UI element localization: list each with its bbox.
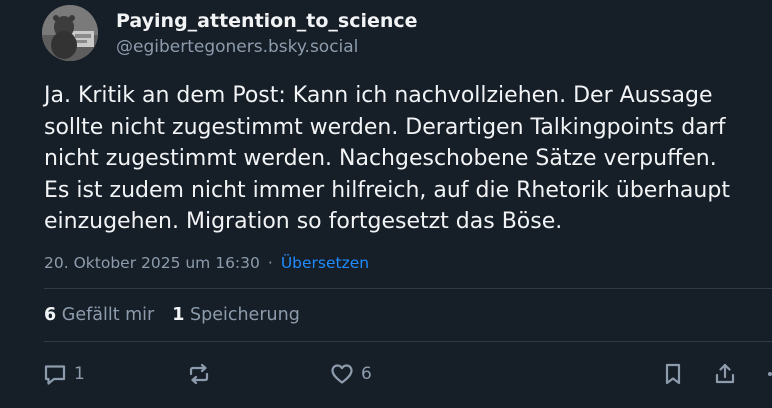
reply-count: 1 xyxy=(74,364,85,384)
bookmark-button[interactable] xyxy=(660,360,686,388)
author-display-name[interactable]: Paying_attention_to_science xyxy=(116,8,418,34)
likes-stat-label: Gefällt mir xyxy=(61,305,155,325)
meta-separator: · xyxy=(267,254,273,272)
post-stats: 6 Gefällt mir 1 Speicherung xyxy=(44,303,318,327)
author-info: Paying_attention_to_science @egibertegon… xyxy=(116,8,418,60)
author-handle[interactable]: @egibertegoners.bsky.social xyxy=(116,34,418,60)
repost-button[interactable] xyxy=(185,360,213,388)
share-icon xyxy=(715,363,735,384)
divider-bottom xyxy=(44,341,772,342)
post-timestamp[interactable]: 20. Oktober 2025 um 16:30 xyxy=(44,254,260,272)
reply-icon xyxy=(44,365,66,385)
heart-icon xyxy=(331,364,353,384)
like-count: 6 xyxy=(361,364,372,384)
post-meta: 20. Oktober 2025 um 16:30 · Übersetzen xyxy=(44,252,369,274)
post-thread-item: Paying_attention_to_science @egibertegon… xyxy=(0,0,772,408)
saves-stat-label: Speicherung xyxy=(190,305,300,325)
likes-stat[interactable]: 6 Gefällt mir xyxy=(44,305,154,325)
saves-stat-count: 1 xyxy=(172,305,185,325)
saves-stat[interactable]: 1 Speicherung xyxy=(172,305,300,325)
reply-button[interactable]: 1 xyxy=(42,360,85,388)
like-button[interactable]: 6 xyxy=(329,360,372,388)
post-text: Ja. Kritik an dem Post: Kann ich nachvol… xyxy=(44,83,730,234)
likes-stat-count: 6 xyxy=(44,305,57,325)
avatar[interactable] xyxy=(42,5,98,61)
share-button[interactable] xyxy=(712,360,738,388)
translate-link[interactable]: Übersetzen xyxy=(281,254,369,272)
avatar-image xyxy=(42,5,98,61)
bookmark-icon xyxy=(665,363,681,385)
divider-top xyxy=(44,288,772,289)
more-options-icon xyxy=(768,372,772,376)
more-options-button[interactable] xyxy=(764,360,772,388)
repost-icon xyxy=(189,363,209,385)
